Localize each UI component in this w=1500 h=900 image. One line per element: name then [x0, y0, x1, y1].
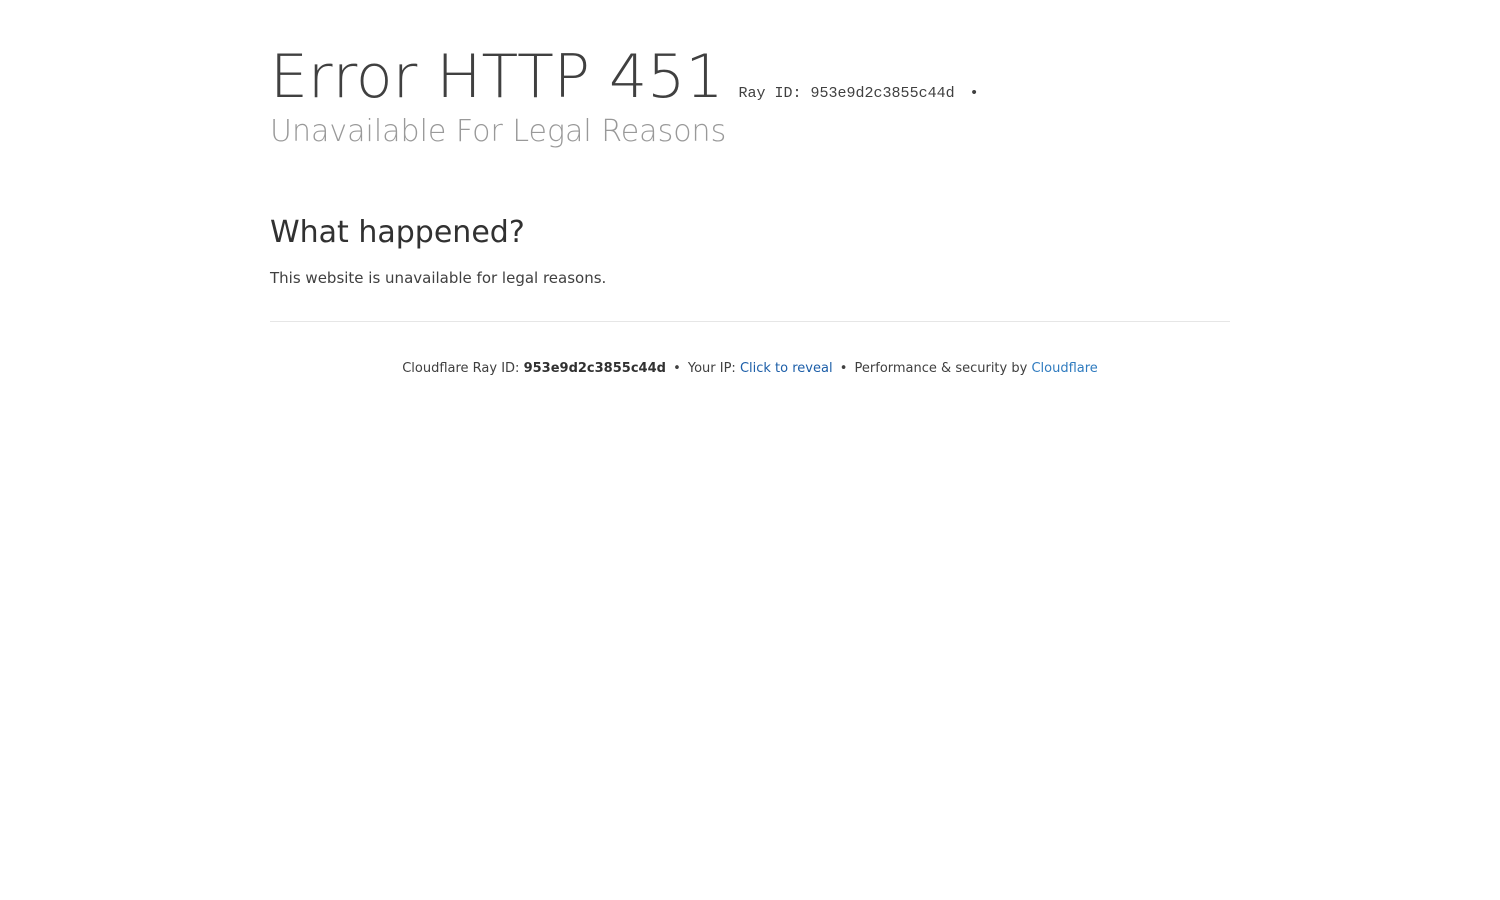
error-header: Error HTTP 451 Ray ID: 953e9d2c3855c44d … — [270, 0, 1230, 152]
error-subtitle: Unavailable For Legal Reasons — [270, 114, 727, 149]
ray-id-inline: Ray ID: 953e9d2c3855c44d • — [739, 85, 979, 102]
what-happened-text: This website is unavailable for legal re… — [270, 269, 607, 287]
footer-divider — [270, 321, 1230, 322]
ray-id-inline-value: 953e9d2c3855c44d — [810, 85, 955, 102]
ray-id-inline-bullet: • — [969, 85, 979, 102]
ray-id-inline-label: Ray ID: — [738, 85, 802, 102]
error-page: Error HTTP 451 Ray ID: 953e9d2c3855c44d … — [270, 0, 1230, 378]
footer: Cloudflare Ray ID: 953e9d2c3855c44d • Yo… — [270, 360, 1230, 378]
what-happened-title: What happened? — [270, 215, 525, 250]
footer-bullet: • — [673, 361, 681, 376]
footer-perf-label: Performance & security by — [854, 361, 1028, 376]
footer-ip-label: Your IP: — [687, 361, 736, 376]
footer-bullet-2: • — [839, 361, 848, 376]
footer-ray-label: Cloudflare Ray ID: — [402, 361, 520, 376]
cloudflare-link[interactable]: Cloudflare — [1031, 361, 1097, 376]
what-happened-section: What happened? This website is unavailab… — [270, 213, 1230, 289]
error-title: Error HTTP 451 — [270, 42, 724, 112]
footer-ray-value: 953e9d2c3855c44d — [523, 361, 666, 376]
reveal-ip-link[interactable]: Click to reveal — [740, 361, 833, 376]
title-row: Error HTTP 451 Ray ID: 953e9d2c3855c44d … — [270, 40, 1230, 114]
